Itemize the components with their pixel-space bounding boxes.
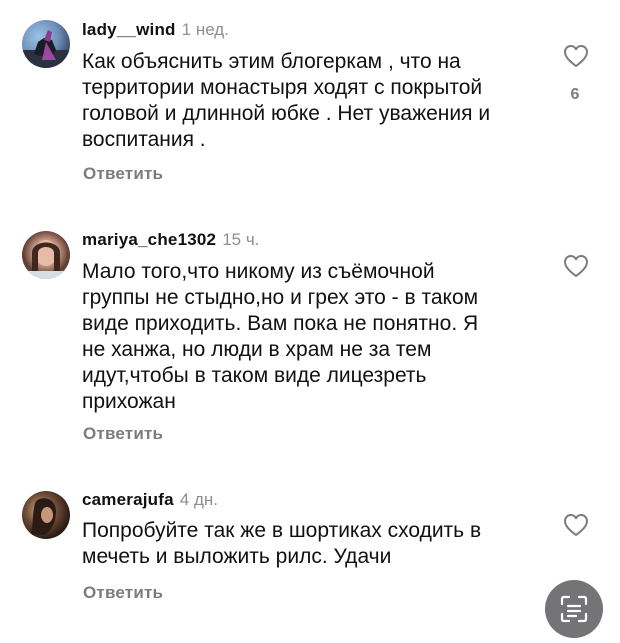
- timestamp: 4 дн.: [179, 490, 218, 509]
- text-scan-button[interactable]: [545, 580, 603, 638]
- username[interactable]: camerajufa: [82, 490, 174, 509]
- heart-outline-icon[interactable]: [563, 44, 589, 68]
- avatar-image-icon: [22, 30, 70, 68]
- like-count: 6: [570, 86, 580, 103]
- avatar[interactable]: [22, 20, 70, 68]
- comment-text: Как объяснить этим блогеркам , что на те…: [82, 50, 491, 151]
- comment-text: Мало того,что никому из съёмочной группы…: [82, 260, 479, 413]
- reply-button[interactable]: Ответить: [83, 424, 163, 444]
- heart-outline-icon[interactable]: [563, 254, 589, 278]
- reply-button[interactable]: Ответить: [83, 164, 163, 184]
- timestamp: 1 нед.: [181, 20, 229, 39]
- comment-header: mariya_che1302 15 ч.: [82, 230, 259, 250]
- avatar[interactable]: [22, 231, 70, 279]
- avatar-image-icon: [30, 498, 56, 535]
- comment-header: camerajufa 4 дн.: [82, 490, 218, 510]
- comment-header: lady__wind 1 нед.: [82, 20, 229, 40]
- heart-outline-icon[interactable]: [563, 513, 589, 537]
- avatar[interactable]: [22, 491, 70, 539]
- comment-text: Попробуйте так же в шортиках сходить в м…: [82, 519, 482, 568]
- timestamp: 15 ч.: [222, 230, 260, 249]
- avatar-image-icon: [22, 240, 70, 279]
- text-scan-icon: [560, 595, 588, 623]
- username[interactable]: mariya_che1302: [82, 230, 216, 249]
- reply-button[interactable]: Ответить: [83, 583, 163, 603]
- username[interactable]: lady__wind: [82, 20, 176, 39]
